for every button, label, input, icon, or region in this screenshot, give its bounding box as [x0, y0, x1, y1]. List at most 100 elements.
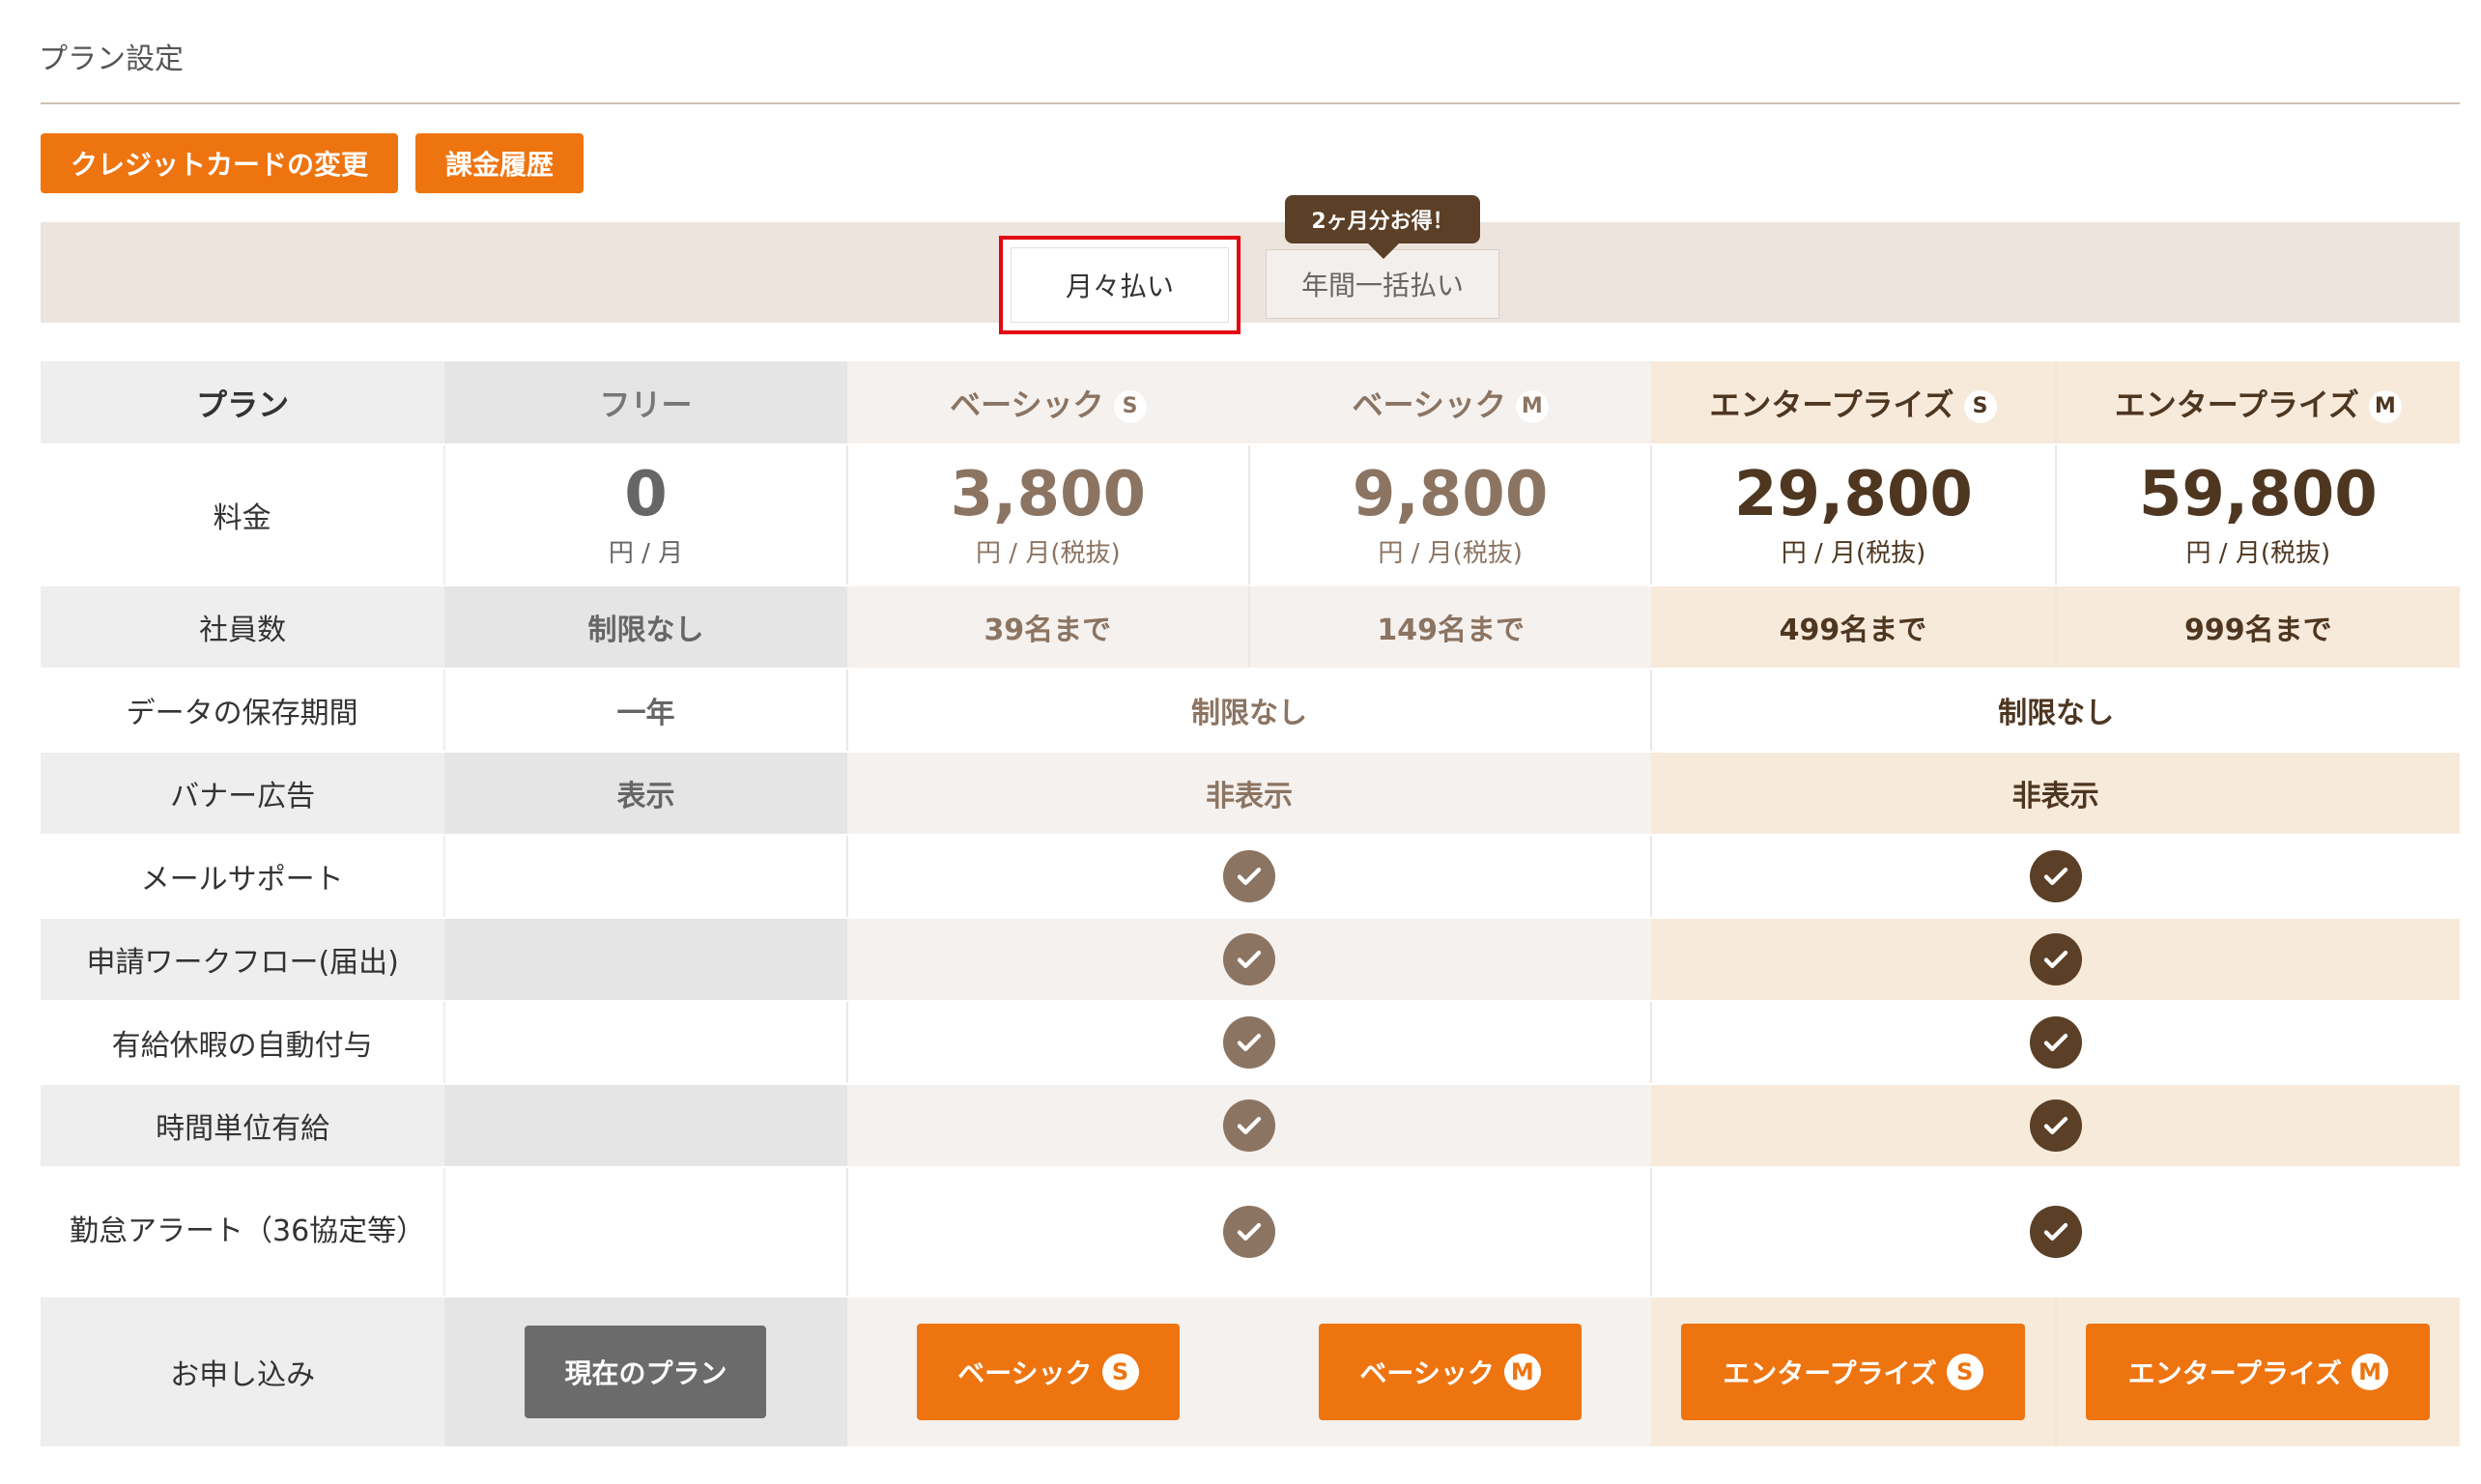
size-badge: S [1113, 389, 1147, 423]
row-label-apply: お申し込み [41, 1297, 445, 1448]
price-amount: 29,800 [1733, 459, 1973, 531]
row-label-paid-leave: 有給休暇の自動付与 [41, 1001, 446, 1085]
price-unit: 円 / 月(税抜) [976, 538, 1121, 568]
size-badge: M [2368, 389, 2402, 423]
price-amount: 0 [624, 459, 668, 531]
table-row-hourly-leave: 時間単位有給 [41, 1084, 2460, 1168]
row-label-alert: 勤怠アラート（36協定等） [41, 1167, 446, 1298]
table-row-price: 料金 0 円 / 月 3,800 円 / 月(税抜) 9,800 円 / 月(税… [41, 444, 2460, 586]
header-enterprise-s: エンタープライズ S [1651, 361, 2057, 445]
table-row-banner: バナー広告 表示 非表示 非表示 [41, 752, 2460, 836]
check-icon [2030, 850, 2083, 902]
apply-enterprise-s-button[interactable]: エンタープライズ S [1680, 1324, 2025, 1420]
table-row-paid-leave: 有給休暇の自動付与 [41, 1001, 2460, 1085]
button-label: エンタープライズ [2127, 1357, 2343, 1389]
alert-basic [846, 1167, 1653, 1298]
change-credit-card-button[interactable]: クレジットカードの変更 [41, 133, 398, 193]
header-enterprise-m: エンタープライズ M [2055, 361, 2460, 445]
check-icon [2029, 1099, 2082, 1152]
page-title: プラン設定 [39, 43, 184, 76]
price-unit: 円 / 月(税抜) [1781, 538, 1926, 568]
billing-history-button[interactable]: 課金履歴 [415, 133, 584, 193]
price-amount: 59,800 [2138, 459, 2378, 531]
button-label: ベーシック [957, 1357, 1093, 1389]
table-row-apply: お申し込み 現在のプラン ベーシック S ベーシック M エンタープライズ S エンタ… [41, 1297, 2460, 1448]
size-badge: S [1946, 1354, 1983, 1390]
apply-basic-m-button[interactable]: ベーシック M [1319, 1324, 1583, 1420]
header-basic-s: ベーシック S [846, 361, 1249, 445]
plan-name: エンタープライズ [2114, 385, 2359, 423]
mail-support-free [444, 835, 848, 919]
workflow-basic [846, 918, 1652, 1002]
apply-free-cell: 現在のプラン [444, 1297, 847, 1448]
price-unit: 円 / 月(税抜) [1378, 538, 1523, 568]
mail-support-enterprise [1651, 835, 2460, 919]
table-row-retention: データの保存期間 一年 制限なし 制限なし [41, 669, 2460, 753]
apply-basic-s-button[interactable]: ベーシック S [916, 1324, 1180, 1420]
plan-name: ベーシック [950, 385, 1104, 423]
row-label-workflow: 申請ワークフロー(届出) [41, 918, 445, 1002]
price-basic-s: 3,800 円 / 月(税抜) [846, 444, 1250, 586]
size-badge: M [1503, 1354, 1541, 1390]
header-plan-label: プラン [41, 361, 445, 445]
employees-basic-m: 149名まで [1248, 585, 1652, 670]
button-label: エンタープライズ [1723, 1357, 1937, 1389]
size-badge: S [1101, 1354, 1139, 1390]
workflow-enterprise [1651, 918, 2460, 1002]
employees-enterprise-s: 499名まで [1651, 585, 2057, 670]
current-plan-button[interactable]: 現在のプラン [525, 1326, 767, 1418]
size-badge: M [1515, 389, 1549, 423]
apply-enterprise-m-cell: エンタープライズ M [2055, 1297, 2460, 1448]
employees-basic-s: 39名まで [846, 585, 1250, 670]
retention-free: 一年 [444, 669, 848, 753]
row-label-price: 料金 [41, 444, 446, 586]
price-free: 0 円 / 月 [444, 444, 848, 586]
alert-enterprise [1651, 1167, 2460, 1298]
plan-name: エンタープライズ [1709, 385, 1954, 423]
apply-basic-s-cell: ベーシック S [846, 1297, 1249, 1448]
table-row-mail-support: メールサポート [41, 835, 2460, 919]
paid-leave-enterprise [1651, 1001, 2460, 1085]
employees-free: 制限なし [444, 585, 847, 670]
price-enterprise-s: 29,800 円 / 月(税抜) [1651, 444, 2057, 586]
promo-tooltip: 2ヶ月分お得！ [1285, 195, 1480, 259]
tab-monthly[interactable]: 月々払い [999, 236, 1240, 334]
row-label-employees: 社員数 [41, 585, 445, 670]
hourly-leave-enterprise [1651, 1084, 2460, 1168]
check-icon [1222, 933, 1275, 985]
plan-name: ベーシック [1352, 385, 1506, 423]
size-badge: M [2352, 1354, 2389, 1390]
price-unit: 円 / 月 [608, 538, 684, 568]
title-divider [41, 102, 2460, 104]
retention-basic: 制限なし [846, 669, 1653, 753]
check-icon [2030, 1016, 2083, 1069]
header-basic-m: ベーシック M [1248, 361, 1652, 445]
hourly-leave-free [444, 1084, 847, 1168]
payment-tab-bar [41, 222, 2460, 323]
banner-free: 表示 [444, 752, 847, 836]
paid-leave-free [444, 1001, 848, 1085]
price-unit: 円 / 月(税抜) [2185, 538, 2331, 568]
check-icon [1222, 850, 1275, 902]
plan-comparison-table: プラン フリー ベーシック S ベーシック M エンタープライズ S エンタープライズ… [41, 361, 2460, 1448]
apply-enterprise-s-cell: エンタープライズ S [1651, 1297, 2057, 1448]
price-enterprise-m: 59,800 円 / 月(税抜) [2055, 444, 2460, 586]
banner-enterprise: 非表示 [1651, 752, 2460, 836]
apply-basic-m-cell: ベーシック M [1248, 1297, 1652, 1448]
header-free: フリー [444, 361, 847, 445]
row-label-mail-support: メールサポート [41, 835, 446, 919]
table-row-workflow: 申請ワークフロー(届出) [41, 918, 2460, 1002]
table-row-alert: 勤怠アラート（36協定等） [41, 1167, 2460, 1298]
tab-yearly[interactable]: 年間一括払い [1266, 249, 1499, 319]
row-label-banner: バナー広告 [41, 752, 445, 836]
check-icon [2029, 933, 2082, 985]
check-icon [2030, 1206, 2083, 1258]
price-amount: 9,800 [1352, 459, 1549, 531]
apply-enterprise-m-button[interactable]: エンタープライズ M [2086, 1324, 2431, 1420]
check-icon [1222, 1099, 1275, 1152]
price-amount: 3,800 [950, 459, 1147, 531]
price-basic-m: 9,800 円 / 月(税抜) [1248, 444, 1653, 586]
button-label: ベーシック [1359, 1357, 1495, 1389]
hourly-leave-basic [846, 1084, 1652, 1168]
check-icon [1222, 1016, 1275, 1069]
